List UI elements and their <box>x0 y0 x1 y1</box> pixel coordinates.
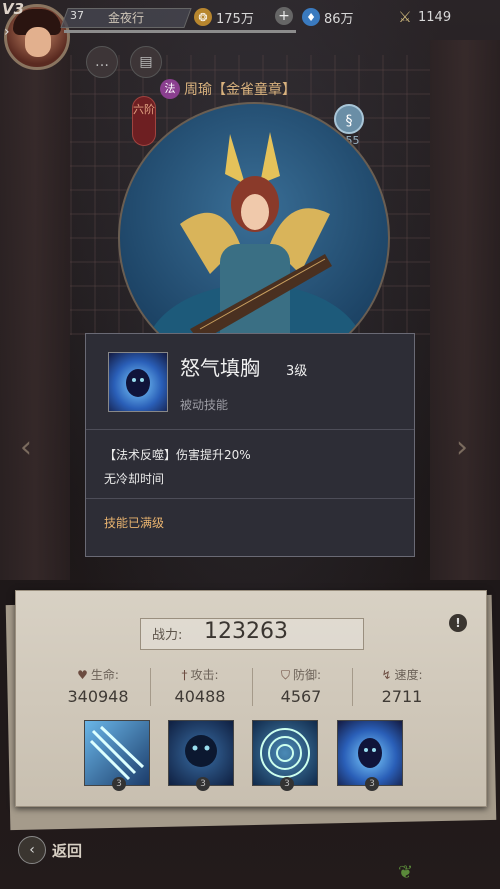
divider <box>86 498 414 499</box>
stat-speed: ↯ 速度: 2711 <box>352 666 452 706</box>
hero-title: 法 周瑜【金雀童章】 <box>160 78 296 100</box>
diamond-value: 86万 <box>324 11 354 27</box>
stat-value: 2711 <box>381 687 423 706</box>
stat-attack: † 攻击: 40488 <box>150 666 250 706</box>
skill-slot-3[interactable]: 3 <box>252 720 318 791</box>
flame-spirit-icon <box>358 738 382 768</box>
skill-level-badge: 3 <box>112 777 126 791</box>
skill-type: 被动技能 <box>180 398 229 412</box>
skill-name: 怒气填胸 <box>180 356 260 380</box>
shield-icon: ⛉ <box>280 668 290 682</box>
expand-arrow-icon[interactable]: › <box>4 24 10 40</box>
water-drop-icon: ♦ <box>302 8 320 26</box>
exp-bar-fill <box>64 30 296 33</box>
prev-hero-arrow-icon[interactable]: ‹ <box>20 430 32 465</box>
skill-level-badge: 3 <box>196 777 210 791</box>
avatar-face <box>25 27 51 57</box>
stat-hp: ♥ 生命: 340948 <box>48 666 148 706</box>
vip-label: V3 <box>2 0 25 18</box>
skill-level-badge: 3 <box>280 777 294 791</box>
skill-level-badge: 3 <box>365 777 379 791</box>
back-arrow-icon: ‹ <box>18 836 46 864</box>
pillar-left <box>0 40 70 580</box>
skill-slot-4[interactable]: 3 <box>337 720 403 791</box>
next-hero-arrow-icon[interactable]: › <box>456 430 468 465</box>
stat-value: 340948 <box>67 687 129 706</box>
stat-label: 攻击: <box>190 668 219 682</box>
stat-value: 4567 <box>280 687 322 706</box>
swirl-icon: § <box>334 104 364 134</box>
skill-level: 3级 <box>286 364 308 379</box>
skill-slot-1[interactable]: 3 <box>84 720 150 791</box>
add-currency-button[interactable]: + <box>275 7 293 25</box>
back-button[interactable]: ‹ 返回 <box>18 836 82 864</box>
hero-name: 周瑜【金雀童章】 <box>184 82 296 98</box>
player-level: 37 <box>70 9 84 22</box>
player-name: 金夜行 <box>108 11 145 25</box>
info-icon[interactable]: ! <box>449 614 467 632</box>
crossed-swords-icon: ⚔ <box>398 8 412 26</box>
angry-face-icon <box>185 735 217 767</box>
ripple-icon <box>260 728 310 778</box>
stat-defense: ⛉ 防御: 4567 <box>251 666 351 706</box>
power-value: 123263 <box>204 619 288 644</box>
stat-label: 防御: <box>292 668 322 682</box>
note-icon: ▤ <box>139 54 153 70</box>
skill-description: 【法术反噬】伤害提升20% <box>104 448 251 462</box>
back-label: 返回 <box>52 841 83 860</box>
diamond-counter[interactable]: ♦ 86万 <box>302 6 354 28</box>
heart-icon: ♥ <box>77 668 88 682</box>
gold-value: 175万 <box>216 11 254 27</box>
exp-bar <box>64 30 296 33</box>
power-label: 战力: <box>152 628 183 643</box>
stat-value: 40488 <box>174 687 226 706</box>
claw-slash-icon <box>89 725 145 781</box>
gold-counter[interactable]: ❂ 175万 <box>194 6 254 28</box>
notes-button[interactable]: ▤ <box>130 46 162 78</box>
chat-bubble-icon: … <box>95 54 109 70</box>
chat-button[interactable]: … <box>86 46 118 78</box>
skill-slot-2[interactable]: 3 <box>168 720 234 791</box>
rank-badge: 六阶 <box>132 96 156 146</box>
stat-label: 生命: <box>90 668 119 682</box>
power-top-value: 1149 <box>418 9 452 25</box>
skill-tooltip: 怒气填胸 3级 被动技能 【法术反噬】伤害提升20% 无冷却时间 技能已满级 <box>85 333 415 557</box>
sword-icon: † <box>181 668 188 682</box>
gold-coin-icon: ❂ <box>194 8 212 26</box>
divider <box>86 429 414 430</box>
boot-icon: ↯ <box>381 668 392 682</box>
skill-cooldown: 无冷却时间 <box>104 472 165 486</box>
power-counter: ⚔ 1149 <box>396 6 451 28</box>
hero-illustration <box>145 132 365 372</box>
stat-label: 速度: <box>394 668 423 682</box>
angry-spirit-icon <box>108 352 168 412</box>
leaf-icon: ❦ <box>398 862 414 883</box>
class-badge: 法 <box>160 79 180 99</box>
skill-status: 技能已满级 <box>104 516 165 530</box>
pillar-right <box>430 40 500 580</box>
